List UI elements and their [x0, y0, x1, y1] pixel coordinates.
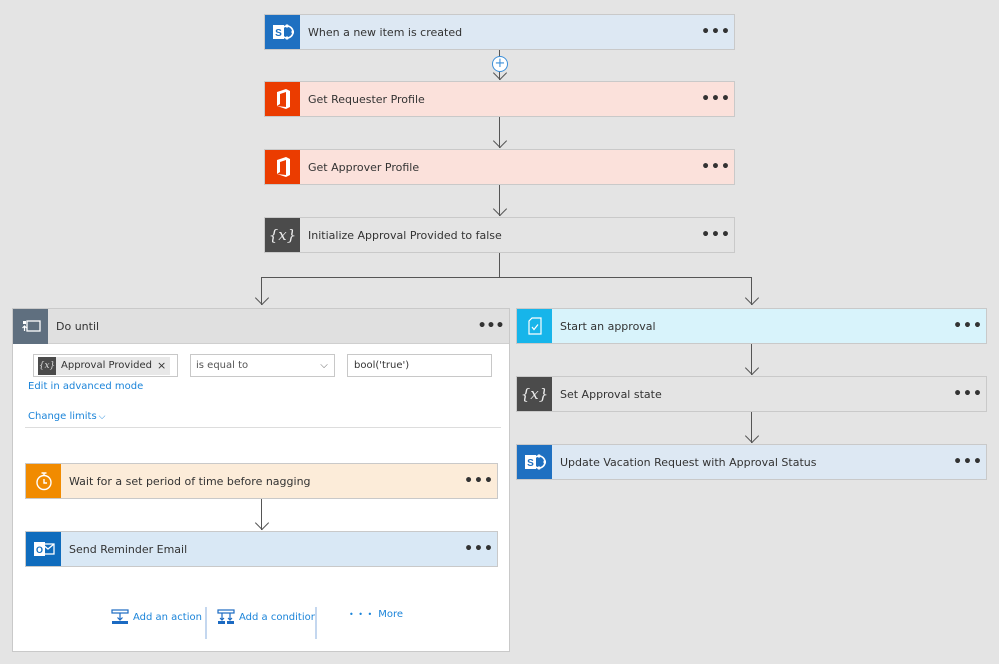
step-card-update-vacation-request[interactable]: S Update Vacation Request with Approval …: [516, 444, 987, 480]
action-more-button[interactable]: •••: [461, 542, 497, 556]
more-dots-icon: • • •: [349, 610, 374, 619]
condition-operator-select[interactable]: is equal to ⌵: [190, 354, 335, 377]
branch-connector-line: [261, 277, 752, 278]
step-more-button[interactable]: •••: [698, 228, 734, 242]
step-title: Initialize Approval Provided to false: [308, 228, 502, 242]
loop-icon: [13, 308, 48, 344]
more-label: More: [378, 609, 404, 620]
more-button[interactable]: • • • More: [349, 609, 403, 620]
change-limits-link[interactable]: Change limits ⌵: [28, 411, 106, 422]
add-condition-icon: [217, 609, 235, 624]
do-until-title: Do until: [56, 319, 100, 333]
approval-provided-token[interactable]: {x} Approval Provided ×: [38, 356, 171, 375]
trigger-more-button[interactable]: •••: [698, 25, 734, 39]
chevron-down-icon: ⌵: [98, 411, 106, 422]
step-more-button[interactable]: •••: [950, 387, 986, 401]
sharepoint-icon: S: [517, 445, 552, 479]
divider: [25, 427, 501, 428]
step-more-button[interactable]: •••: [950, 319, 986, 333]
approval-icon: [517, 309, 552, 343]
office365-icon: [265, 82, 300, 116]
condition-right-value-field[interactable]: bool('true'): [347, 354, 492, 377]
arrow-down-icon: [254, 290, 270, 306]
arrow-down-icon: [492, 133, 508, 149]
svg-text:S: S: [527, 458, 534, 469]
arrow-down-icon: [744, 428, 760, 444]
trigger-title: When a new item is created: [308, 25, 463, 39]
arrow-down-icon: [254, 515, 270, 531]
sharepoint-icon: S: [265, 15, 300, 49]
add-an-action-button[interactable]: Add an action: [111, 609, 202, 625]
do-until-more-button[interactable]: •••: [473, 319, 509, 333]
footer-separator: [205, 607, 207, 639]
branch-connector-line: [499, 253, 500, 278]
timer-icon: [26, 464, 61, 498]
insert-step-plus-icon[interactable]: +: [492, 56, 508, 72]
step-more-button[interactable]: •••: [698, 160, 734, 174]
trigger-card-when-new-item-created[interactable]: S When a new item is created •••: [264, 14, 735, 50]
chevron-down-icon: ⌵: [320, 360, 328, 371]
step-title: Get Approver Profile: [308, 160, 420, 174]
outlook-icon: O: [26, 532, 61, 566]
step-card-initialize-variable[interactable]: {x} Initialize Approval Provided to fals…: [264, 217, 735, 253]
condition-left-field[interactable]: {x} Approval Provided ×: [33, 354, 178, 377]
arrow-down-icon: [744, 290, 760, 306]
step-more-button[interactable]: •••: [698, 92, 734, 106]
operator-selected-value: is equal to: [196, 360, 249, 371]
variable-icon: {x}: [517, 377, 552, 411]
condition-value-text: bool('true'): [354, 360, 410, 371]
edit-in-advanced-mode-link[interactable]: Edit in advanced mode: [28, 381, 143, 392]
do-until-header[interactable]: Do until •••: [13, 308, 509, 344]
action-card-wait[interactable]: Wait for a set period of time before nag…: [25, 463, 498, 499]
add-action-icon: [111, 609, 129, 624]
step-card-get-approver-profile[interactable]: Get Approver Profile •••: [264, 149, 735, 185]
add-an-action-label: Add an action: [133, 611, 202, 623]
token-label: Approval Provided: [61, 360, 152, 371]
step-title: Get Requester Profile: [308, 92, 425, 106]
action-title: Wait for a set period of time before nag…: [69, 474, 311, 488]
step-card-get-requester-profile[interactable]: Get Requester Profile •••: [264, 81, 735, 117]
action-title: Send Reminder Email: [69, 542, 188, 556]
action-more-button[interactable]: •••: [461, 474, 497, 488]
arrow-down-icon: [492, 201, 508, 217]
step-title: Start an approval: [560, 319, 656, 333]
variable-icon: {x}: [38, 356, 56, 375]
remove-token-icon[interactable]: ×: [157, 359, 170, 372]
svg-text:O: O: [35, 545, 42, 555]
step-title: Set Approval state: [560, 387, 662, 401]
office365-icon: [265, 150, 300, 184]
step-card-set-approval-state[interactable]: {x} Set Approval state •••: [516, 376, 987, 412]
step-title: Update Vacation Request with Approval St…: [560, 455, 817, 469]
do-until-container: Do until ••• {x} Approval Provided × is …: [12, 308, 510, 652]
svg-text:S: S: [275, 28, 282, 39]
arrow-down-icon: [744, 360, 760, 376]
action-card-send-reminder-email[interactable]: O Send Reminder Email •••: [25, 531, 498, 567]
variable-icon: {x}: [265, 218, 300, 252]
footer-separator: [315, 607, 317, 639]
step-more-button[interactable]: •••: [950, 455, 986, 469]
change-limits-label: Change limits: [28, 411, 97, 422]
add-a-condition-button[interactable]: Add a condition: [217, 609, 317, 625]
add-a-condition-label: Add a condition: [239, 611, 318, 623]
step-card-start-an-approval[interactable]: Start an approval •••: [516, 308, 987, 344]
